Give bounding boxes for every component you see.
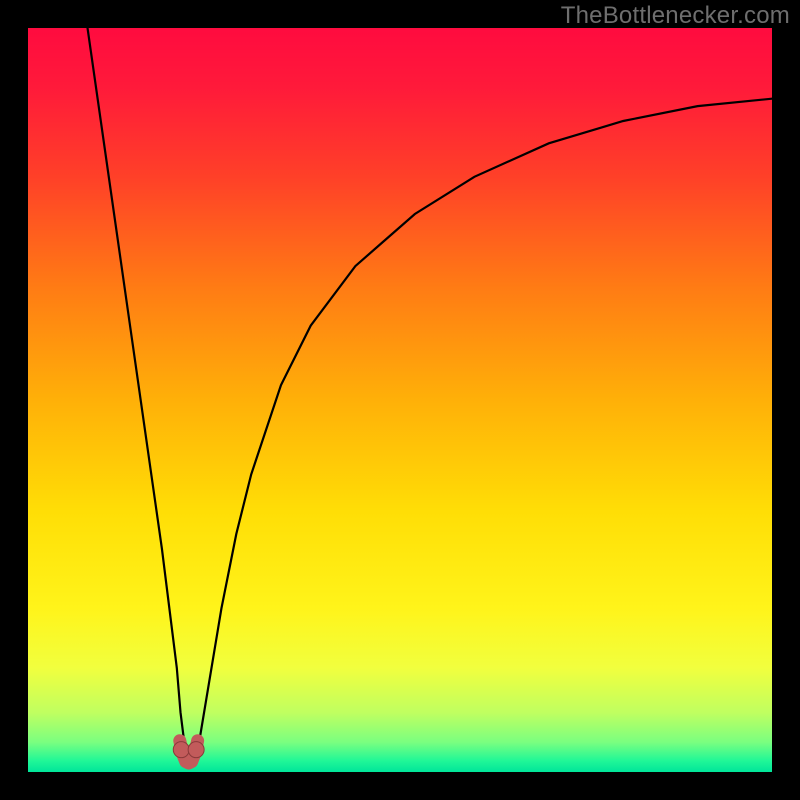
valley-right-marker (188, 742, 204, 758)
valley-left-marker (173, 742, 189, 758)
watermark-text: TheBottlenecker.com (561, 2, 790, 30)
bottleneck-chart (28, 28, 772, 772)
plot-frame (28, 28, 772, 772)
